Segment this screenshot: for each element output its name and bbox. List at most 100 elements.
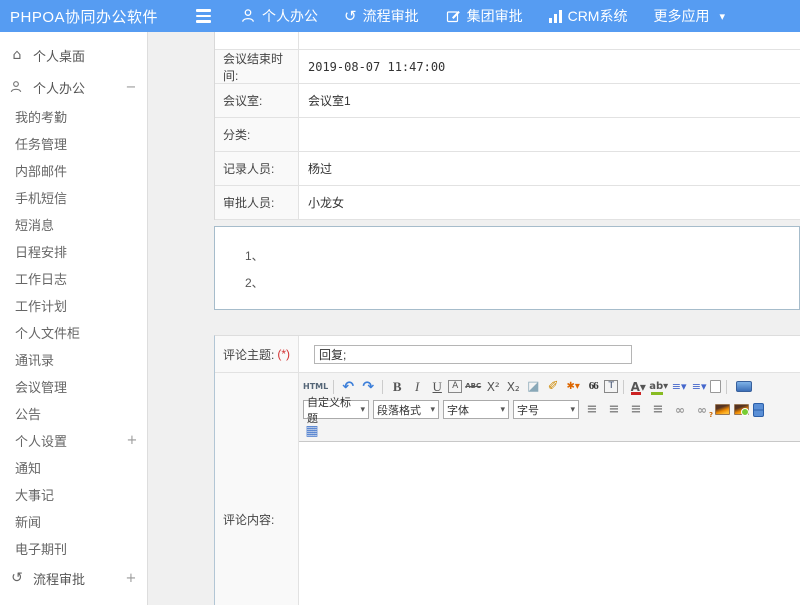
image-icon[interactable] bbox=[715, 404, 730, 415]
sidebar-subitem[interactable]: 通讯录 bbox=[0, 346, 147, 373]
field-value: 杨过 bbox=[299, 152, 800, 185]
table-row: 会议室: 会议室1 bbox=[215, 84, 800, 118]
heading-style-select[interactable]: 自定义标题 ▾ bbox=[303, 400, 369, 419]
field-label bbox=[215, 32, 299, 49]
nav-personal-office[interactable]: 个人办公 bbox=[240, 6, 318, 26]
font-size-select[interactable]: 字号 ▾ bbox=[513, 400, 579, 419]
nav-label: CRM系统 bbox=[568, 6, 628, 26]
link-icon[interactable]: ∞ bbox=[671, 401, 689, 419]
sidebar-subitem[interactable]: 内部邮件 bbox=[0, 157, 147, 184]
table-icon[interactable]: ▦ bbox=[303, 422, 321, 440]
editor-content[interactable] bbox=[299, 442, 800, 605]
html-source-button[interactable]: HTML bbox=[303, 378, 328, 396]
table-row: 会议结束时间: 2019-08-07 11:47:00 bbox=[215, 50, 800, 84]
unlink-icon[interactable]: ∞ bbox=[693, 401, 711, 419]
subscript-icon[interactable]: X₂ bbox=[504, 378, 522, 396]
sidebar-item-label: 流程审批 bbox=[33, 569, 85, 588]
sidebar-subitem[interactable]: 手机短信 bbox=[0, 184, 147, 211]
paste-text-icon[interactable]: T bbox=[604, 380, 618, 393]
history-icon: ↺ bbox=[9, 571, 25, 585]
expand-icon[interactable]: + bbox=[125, 571, 137, 586]
sidebar-subitem-label: 手机短信 bbox=[15, 188, 67, 207]
sidebar-subitem[interactable]: 我的考勤 bbox=[0, 103, 147, 130]
field-label: 会议结束时间: bbox=[215, 50, 299, 83]
sidebar-subitem-label: 会议管理 bbox=[15, 377, 67, 396]
field-value bbox=[299, 336, 800, 372]
comment-subject-input[interactable] bbox=[314, 345, 632, 364]
nav-crm-system[interactable]: CRM系统 bbox=[549, 6, 628, 26]
field-value: 会议室1 bbox=[299, 84, 800, 117]
nav-label: 个人办公 bbox=[262, 6, 318, 26]
toolbar-separator bbox=[382, 380, 383, 394]
sidebar-subitem[interactable]: 工作计划 bbox=[0, 292, 147, 319]
format-brush-icon[interactable]: ✐ bbox=[544, 378, 562, 396]
select-label: 字号 bbox=[517, 402, 539, 418]
sidebar-subitem[interactable]: 电子期刊 bbox=[0, 535, 147, 562]
hamburger-menu-icon[interactable] bbox=[196, 9, 218, 23]
upload-image-icon[interactable] bbox=[734, 404, 749, 415]
highlight-color-icon[interactable]: ab▾ bbox=[649, 378, 668, 396]
unordered-list-icon[interactable]: ≡▾ bbox=[690, 378, 708, 396]
sidebar-subitem[interactable]: 任务管理 bbox=[0, 130, 147, 157]
nav-group-approval[interactable]: 集团审批 bbox=[445, 6, 523, 26]
redo-icon[interactable]: ↷ bbox=[359, 378, 377, 396]
blockquote-icon[interactable]: 66 bbox=[584, 378, 602, 396]
field-value bbox=[299, 32, 800, 49]
font-family-select[interactable]: 字体 ▾ bbox=[443, 400, 509, 419]
toolbar-separator bbox=[623, 380, 624, 394]
nav-workflow-approval[interactable]: ↺ 流程审批 bbox=[344, 6, 419, 26]
collapse-icon[interactable]: − bbox=[125, 80, 137, 95]
select-label: 段落格式 bbox=[377, 402, 421, 418]
bold-icon[interactable]: B bbox=[388, 378, 406, 396]
font-color-icon[interactable]: A▾ bbox=[629, 378, 647, 396]
fullscreen-icon[interactable] bbox=[736, 381, 752, 392]
content-line: 1、 bbox=[245, 243, 799, 270]
person-icon bbox=[240, 8, 256, 24]
chevron-down-icon: ▾ bbox=[570, 405, 575, 415]
sidebar-subitem-label: 日程安排 bbox=[15, 242, 67, 261]
strikethrough-icon[interactable]: ABC bbox=[464, 378, 482, 396]
new-document-icon[interactable] bbox=[710, 380, 721, 393]
sidebar-subitem-label: 个人设置 bbox=[15, 431, 67, 450]
sidebar-subitem-label: 工作计划 bbox=[15, 296, 67, 315]
sidebar-subitem[interactable]: 会议管理 bbox=[0, 373, 147, 400]
sidebar-item-personal-office[interactable]: 个人办公 − bbox=[0, 71, 147, 103]
chart-icon bbox=[549, 10, 562, 23]
sidebar-subitem[interactable]: 个人文件柜 bbox=[0, 319, 147, 346]
sidebar-subitem[interactable]: 新闻 bbox=[0, 508, 147, 535]
expand-icon[interactable]: + bbox=[126, 433, 138, 448]
paragraph-format-select[interactable]: 段落格式 ▾ bbox=[373, 400, 439, 419]
ordered-list-icon[interactable]: ≡▾ bbox=[670, 378, 688, 396]
boxed-a-icon[interactable]: A bbox=[448, 380, 462, 393]
sidebar-subitem[interactable]: 日程安排 bbox=[0, 238, 147, 265]
chevron-down-icon: ▾ bbox=[360, 405, 365, 415]
media-icon[interactable] bbox=[753, 403, 764, 417]
nav-more-apps[interactable]: 更多应用 ▾ bbox=[653, 6, 725, 26]
align-right-icon[interactable]: ≡ bbox=[627, 401, 645, 419]
eraser-icon[interactable]: ◪ bbox=[524, 378, 542, 396]
toolbar-separator bbox=[333, 380, 334, 394]
nav-label: 流程审批 bbox=[363, 6, 419, 26]
sidebar-subitem-label: 工作日志 bbox=[15, 269, 67, 288]
underline-icon[interactable]: U bbox=[428, 378, 446, 396]
sidebar-subitem-label: 内部邮件 bbox=[15, 161, 67, 180]
superscript-icon[interactable]: X² bbox=[484, 378, 502, 396]
sidebar-subitem[interactable]: 通知 bbox=[0, 454, 147, 481]
undo-icon[interactable]: ↶ bbox=[339, 378, 357, 396]
autoformat-icon[interactable]: ✱▾ bbox=[564, 378, 582, 396]
chevron-down-icon: ▾ bbox=[430, 405, 435, 415]
history-icon: ↺ bbox=[344, 9, 357, 24]
align-center-icon[interactable]: ≡ bbox=[605, 401, 623, 419]
sidebar-subitem[interactable]: 个人设置 + bbox=[0, 427, 147, 454]
sidebar-subitem[interactable]: 工作日志 bbox=[0, 265, 147, 292]
align-left-icon[interactable]: ≡ bbox=[583, 401, 601, 419]
select-label: 字体 bbox=[447, 402, 469, 418]
sidebar-subitem[interactable]: 公告 bbox=[0, 400, 147, 427]
sidebar-item-personal-desktop[interactable]: ⌂ 个人桌面 bbox=[0, 39, 147, 71]
align-justify-icon[interactable]: ≡ bbox=[649, 401, 667, 419]
sidebar-subitem[interactable]: 大事记 bbox=[0, 481, 147, 508]
sidebar-subitem[interactable]: 短消息 bbox=[0, 211, 147, 238]
editor-toolbar: HTML ↶ ↷ B I bbox=[299, 373, 800, 442]
sidebar-item-workflow-approval[interactable]: ↺ 流程审批 + bbox=[0, 562, 147, 594]
italic-icon[interactable]: I bbox=[408, 378, 426, 396]
